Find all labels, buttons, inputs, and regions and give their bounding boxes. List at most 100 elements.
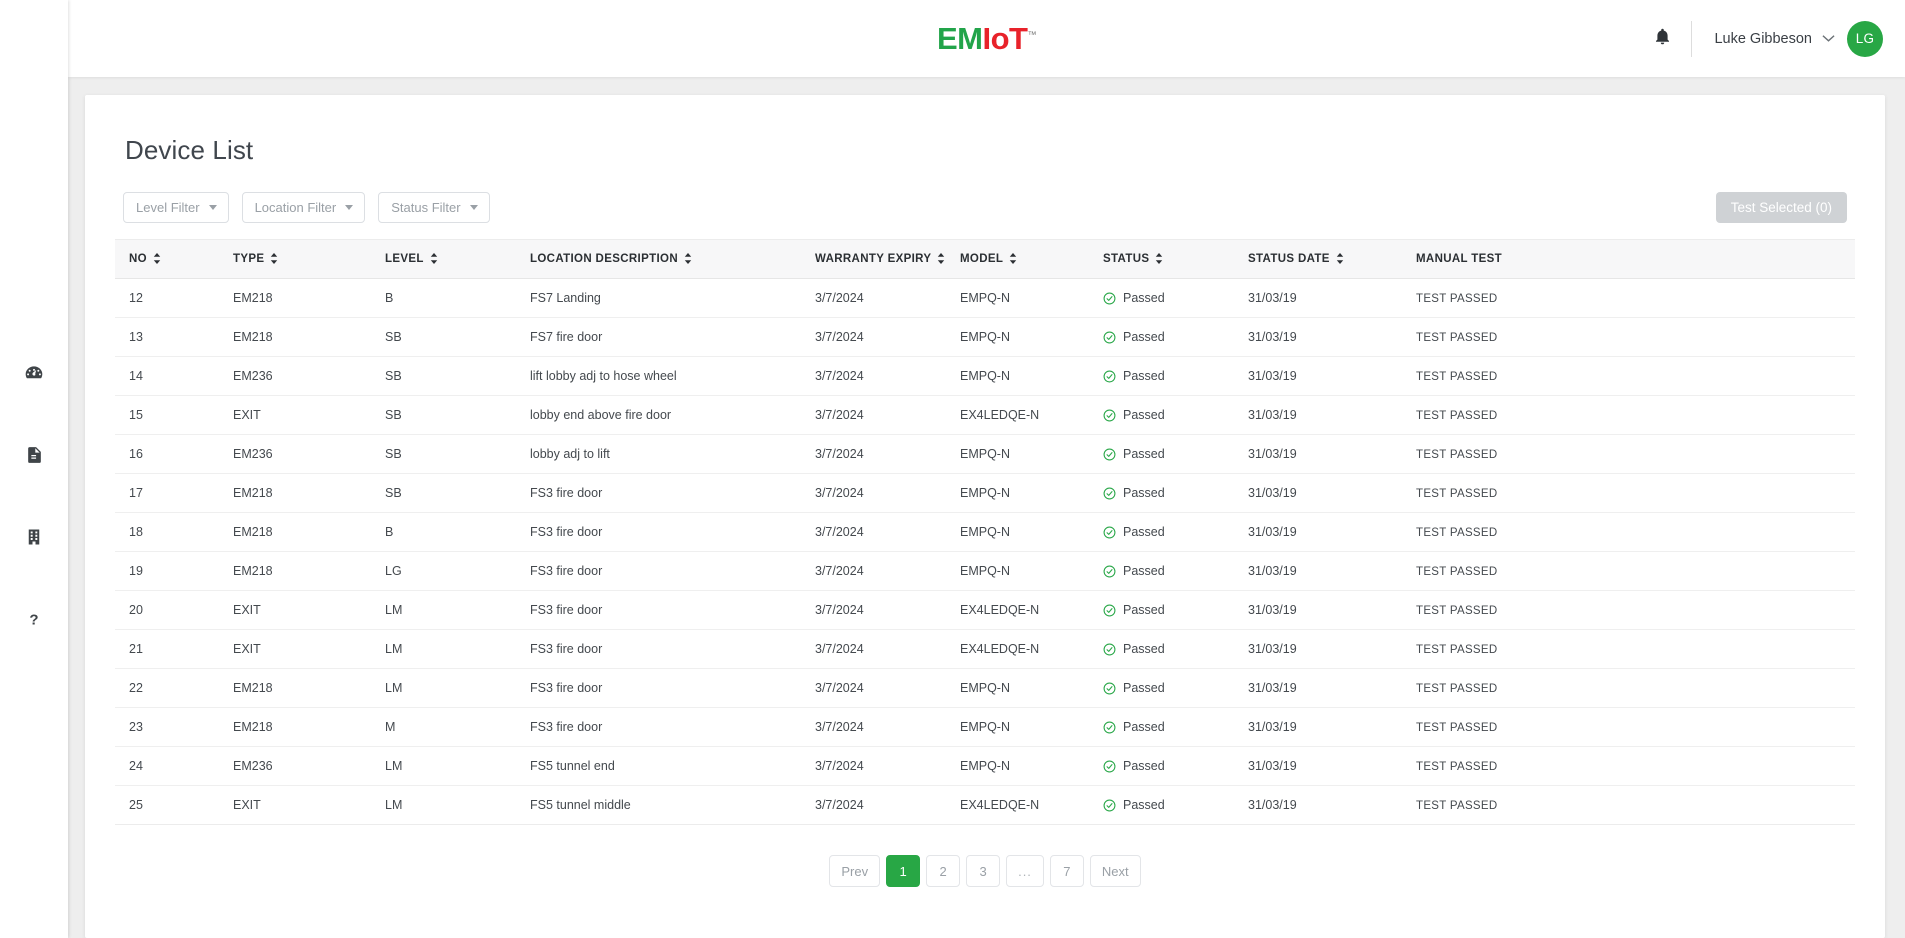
cell-warr: 3/7/2024 xyxy=(815,473,960,513)
cell-status: Passed xyxy=(1103,473,1248,513)
cell-loc: lobby adj to lift xyxy=(530,434,815,474)
column-header-model[interactable]: MODEL xyxy=(960,239,1103,279)
brand-logo[interactable]: EMIoT™ xyxy=(937,21,1036,57)
cell-model: EX4LEDQE-N xyxy=(960,785,1103,825)
table-row[interactable]: 17 EM218 SB FS3 fire door 3/7/2024 EMPQ-N Pass… xyxy=(115,473,1855,513)
cell-sdate: 31/03/19 xyxy=(1248,590,1416,630)
cell-loc: FS5 tunnel middle xyxy=(530,785,815,825)
level-filter-dropdown[interactable]: Level Filter xyxy=(123,192,229,223)
cell-warr: 3/7/2024 xyxy=(815,512,960,552)
cell-no: 20 xyxy=(115,590,233,630)
logo-text-em: EM xyxy=(937,20,983,56)
page-title: Device List xyxy=(125,135,254,165)
column-header-no[interactable]: NO xyxy=(115,239,233,279)
table-row[interactable]: 21 EXIT LM FS3 fire door 3/7/2024 EX4LEDQE-N P… xyxy=(115,629,1855,669)
cell-model: EMPQ-N xyxy=(960,668,1103,708)
sort-toggle-icon[interactable] xyxy=(684,253,692,265)
column-header-warr[interactable]: WARRANTY EXPIRY xyxy=(815,239,960,279)
chevron-down-icon xyxy=(1822,30,1835,48)
cell-sdate: 31/03/19 xyxy=(1248,434,1416,474)
chevron-down-icon xyxy=(208,205,217,210)
status-label: Passed xyxy=(1123,330,1165,344)
sidebar-item-buildings[interactable] xyxy=(0,496,68,578)
avatar[interactable]: LG xyxy=(1847,20,1883,57)
pagination-ellipsis[interactable]: ... xyxy=(1006,855,1044,887)
table-row[interactable]: 24 EM236 LM FS5 tunnel end 3/7/2024 EMPQ-N Pas… xyxy=(115,746,1855,786)
cell-model: EMPQ-N xyxy=(960,317,1103,357)
column-header-sdate[interactable]: STATUS DATE xyxy=(1248,239,1416,279)
check-circle-icon xyxy=(1103,526,1116,539)
table-row[interactable]: 18 EM218 B FS3 fire door 3/7/2024 EMPQ-N Passe… xyxy=(115,512,1855,552)
status-badge: Passed xyxy=(1103,759,1248,773)
manual-test-label: TEST PASSED xyxy=(1416,410,1498,422)
status-label: Passed xyxy=(1123,720,1165,734)
sidebar-item-help[interactable]: ? xyxy=(0,578,68,660)
sort-toggle-icon[interactable] xyxy=(430,253,438,265)
table-row[interactable]: 15 EXIT SB lobby end above fire door 3/7/202… xyxy=(115,395,1855,435)
cell-type: EXIT xyxy=(233,590,385,630)
sort-toggle-icon[interactable] xyxy=(1155,253,1163,265)
manual-test-label: TEST PASSED xyxy=(1416,449,1498,461)
cell-no: 14 xyxy=(115,356,233,396)
manual-test-label: TEST PASSED xyxy=(1416,683,1498,695)
status-filter-dropdown[interactable]: Status Filter xyxy=(378,192,490,223)
cell-manual: TEST PASSED xyxy=(1416,668,1855,708)
main-pane: EMIoT™ Luke Gibbeson LG Device List Leve… xyxy=(68,0,1905,938)
cell-manual: TEST PASSED xyxy=(1416,746,1855,786)
column-header-level[interactable]: LEVEL xyxy=(385,239,530,279)
pagination-page-7[interactable]: 7 xyxy=(1049,855,1084,887)
cell-status: Passed xyxy=(1103,551,1248,591)
sort-toggle-icon[interactable] xyxy=(1009,253,1017,265)
cell-sdate: 31/03/19 xyxy=(1248,473,1416,513)
status-badge: Passed xyxy=(1103,603,1248,617)
column-header-type[interactable]: TYPE xyxy=(233,239,385,279)
test-selected-button[interactable]: Test Selected (0) xyxy=(1715,192,1847,223)
cell-loc: FS3 fire door xyxy=(530,590,815,630)
sidebar-item-reports[interactable] xyxy=(0,414,68,496)
cell-warr: 3/7/2024 xyxy=(815,707,960,747)
status-label: Passed xyxy=(1123,642,1165,656)
cell-manual: TEST PASSED xyxy=(1416,278,1855,318)
cell-type: EM218 xyxy=(233,473,385,513)
pagination-page-2[interactable]: 2 xyxy=(926,855,961,887)
sidebar-item-dashboard[interactable] xyxy=(0,332,68,414)
location-filter-dropdown[interactable]: Location Filter xyxy=(241,192,366,223)
user-menu-toggle[interactable] xyxy=(1822,30,1847,48)
pagination-page-1[interactable]: 1 xyxy=(886,855,921,887)
manual-test-label: TEST PASSED xyxy=(1416,644,1498,656)
cell-loc: FS7 fire door xyxy=(530,317,815,357)
pagination-next-button[interactable]: Next xyxy=(1089,855,1141,887)
cell-level: SB xyxy=(385,395,530,435)
notifications-button[interactable] xyxy=(1638,27,1687,51)
pagination-prev-button[interactable]: Prev xyxy=(829,855,881,887)
bell-icon xyxy=(1654,27,1671,51)
avatar-initials: LG xyxy=(1855,31,1875,46)
table-row[interactable]: 25 EXIT LM FS5 tunnel middle 3/7/2024 EX4LEDQ… xyxy=(115,785,1855,825)
table-row[interactable]: 16 EM236 SB lobby adj to lift 3/7/2024 EMPQ-N… xyxy=(115,434,1855,474)
status-badge: Passed xyxy=(1103,486,1248,500)
table-row[interactable]: 23 EM218 M FS3 fire door 3/7/2024 EMPQ-N Passe… xyxy=(115,707,1855,747)
location-filter-label: Location Filter xyxy=(254,200,337,215)
manual-test-label: TEST PASSED xyxy=(1416,800,1498,812)
column-header-status[interactable]: STATUS xyxy=(1103,239,1248,279)
table-row[interactable]: 13 EM218 SB FS7 fire door 3/7/2024 EMPQ-N Pass… xyxy=(115,317,1855,357)
cell-level: LM xyxy=(385,590,530,630)
sort-toggle-icon[interactable] xyxy=(1336,253,1344,265)
user-name-label[interactable]: Luke Gibbeson xyxy=(1696,31,1822,47)
table-row[interactable]: 19 EM218 LG FS3 fire door 3/7/2024 EMPQ-N Pass… xyxy=(115,551,1855,591)
gauge-icon xyxy=(24,363,44,383)
manual-test-label: TEST PASSED xyxy=(1416,605,1498,617)
table-row[interactable]: 12 EM218 B FS7 Landing 3/7/2024 EMPQ-N Passed 3… xyxy=(115,278,1855,318)
pagination-page-3[interactable]: 3 xyxy=(966,855,1001,887)
cell-type: EM236 xyxy=(233,434,385,474)
sort-toggle-icon[interactable] xyxy=(153,253,161,265)
table-row[interactable]: 14 EM236 SB lift lobby adj to hose wheel 3/7… xyxy=(115,356,1855,396)
table-row[interactable]: 20 EXIT LM FS3 fire door 3/7/2024 EX4LEDQE-N P… xyxy=(115,590,1855,630)
cell-level: SB xyxy=(385,317,530,357)
cell-type: EM218 xyxy=(233,707,385,747)
status-label: Passed xyxy=(1123,798,1165,812)
sort-toggle-icon[interactable] xyxy=(937,253,945,265)
table-row[interactable]: 22 EM218 LM FS3 fire door 3/7/2024 EMPQ-N Pass… xyxy=(115,668,1855,708)
column-header-loc[interactable]: LOCATION DESCRIPTION xyxy=(530,239,815,279)
sort-toggle-icon[interactable] xyxy=(270,253,278,265)
